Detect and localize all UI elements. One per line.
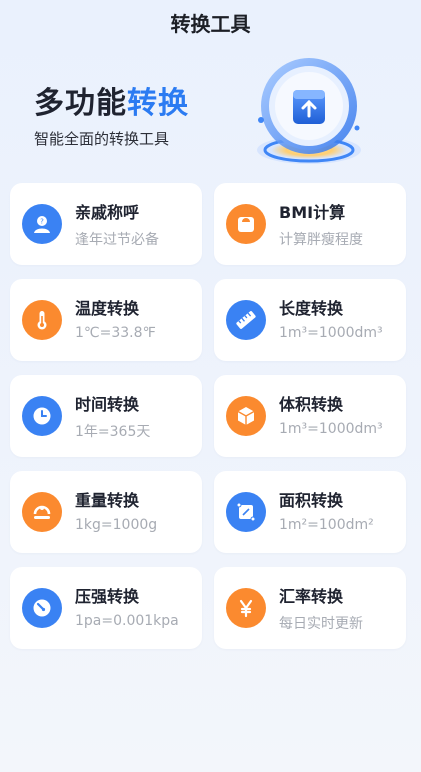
relative-icon: ? bbox=[22, 204, 62, 244]
tool-grid: ? 亲戚称呼 逢年过节必备 BMI计算 计算胖瘦程度 温度转换 1℃=33.8℉… bbox=[10, 183, 408, 649]
tool-card-title: 面积转换 bbox=[279, 491, 344, 510]
tool-card-title: 亲戚称呼 bbox=[75, 203, 140, 222]
area-icon bbox=[226, 492, 266, 532]
tool-card-subtitle: 1pa=0.001kpa bbox=[75, 613, 179, 629]
weight-icon bbox=[22, 492, 62, 532]
tool-card-subtitle: 1年=365天 bbox=[75, 424, 151, 440]
tool-card-subtitle: 计算胖瘦程度 bbox=[279, 232, 363, 248]
tool-card-subtitle: 每日实时更新 bbox=[279, 616, 363, 632]
clock-icon bbox=[22, 396, 62, 436]
tool-card-length[interactable]: 长度转换 1m³=1000dm³ bbox=[214, 279, 406, 361]
top-bar: 转换工具 bbox=[0, 0, 421, 44]
tool-card-title: BMI计算 bbox=[279, 203, 346, 222]
cube-icon bbox=[226, 396, 266, 436]
convert-illustration-icon bbox=[257, 58, 361, 164]
tool-card-subtitle: 逢年过节必备 bbox=[75, 232, 159, 248]
tool-card-weight[interactable]: 重量转换 1kg=1000g bbox=[10, 471, 202, 553]
tool-card-bmi[interactable]: BMI计算 计算胖瘦程度 bbox=[214, 183, 406, 265]
tool-card-subtitle: 1kg=1000g bbox=[75, 517, 158, 533]
tool-card-volume[interactable]: 体积转换 1m³=1000dm³ bbox=[214, 375, 406, 457]
tool-card-title: 体积转换 bbox=[279, 395, 344, 414]
tool-card-subtitle: 1℃=33.8℉ bbox=[75, 325, 156, 341]
tool-card-exchange-rate[interactable]: 汇率转换 每日实时更新 bbox=[214, 567, 406, 649]
thermometer-icon bbox=[22, 300, 62, 340]
tool-card-title: 温度转换 bbox=[75, 299, 140, 318]
scale-icon bbox=[226, 204, 266, 244]
tool-card-title: 重量转换 bbox=[75, 491, 140, 510]
tool-card-area[interactable]: 面积转换 1m²=100dm² bbox=[214, 471, 406, 553]
banner-title-prefix: 多功能 bbox=[34, 86, 127, 121]
tool-card-pressure[interactable]: 压强转换 1pa=0.001kpa bbox=[10, 567, 202, 649]
tool-card-temperature[interactable]: 温度转换 1℃=33.8℉ bbox=[10, 279, 202, 361]
gauge-icon bbox=[22, 588, 62, 628]
banner-title-highlight: 转换 bbox=[127, 86, 189, 121]
tool-card-title: 汇率转换 bbox=[279, 587, 344, 606]
svg-text:?: ? bbox=[40, 218, 44, 226]
banner-title: 多功能转换 bbox=[34, 78, 189, 122]
banner-subtitle: 智能全面的转换工具 bbox=[34, 130, 170, 148]
hero-banner: 多功能转换 智能全面的转换工具 bbox=[0, 44, 421, 168]
tool-card-title: 压强转换 bbox=[75, 587, 140, 606]
ruler-icon bbox=[226, 300, 266, 340]
tool-card-time[interactable]: 时间转换 1年=365天 bbox=[10, 375, 202, 457]
yen-icon bbox=[226, 588, 266, 628]
tool-card-subtitle: 1m³=1000dm³ bbox=[279, 325, 383, 341]
tool-card-subtitle: 1m³=1000dm³ bbox=[279, 421, 383, 437]
page-title: 转换工具 bbox=[170, 11, 251, 36]
tool-card-title: 时间转换 bbox=[75, 395, 140, 414]
tool-card-relative[interactable]: ? 亲戚称呼 逢年过节必备 bbox=[10, 183, 202, 265]
tool-card-subtitle: 1m²=100dm² bbox=[279, 517, 374, 533]
tool-card-title: 长度转换 bbox=[279, 299, 344, 318]
